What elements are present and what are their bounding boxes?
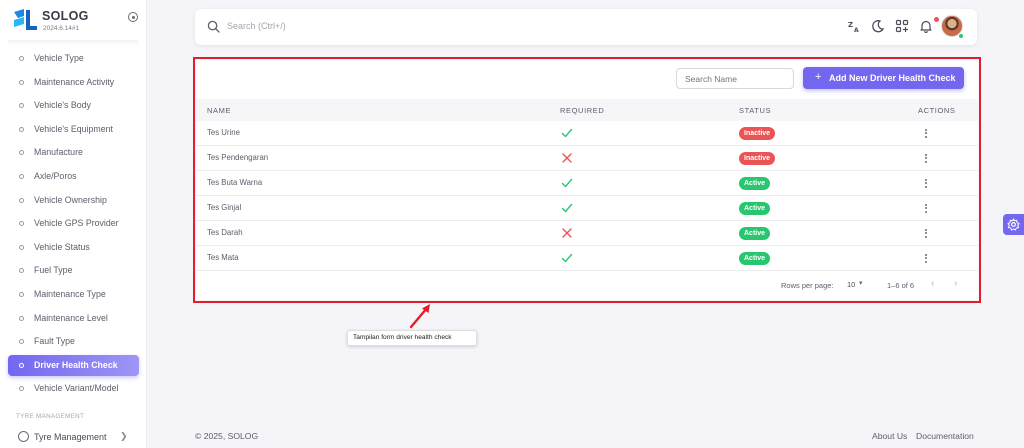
gear-icon <box>1007 218 1020 231</box>
translate-icon[interactable]: Z A <box>847 19 861 33</box>
svg-text:A: A <box>854 27 859 33</box>
annotation-callout: Tampilan form driver health check <box>347 330 477 346</box>
circle-icon <box>19 339 24 345</box>
sidebar-item-fuel-type[interactable]: Fuel Type <box>8 260 139 281</box>
sidebar-item-fault-type[interactable]: Fault Type <box>8 331 139 352</box>
circle-icon <box>19 174 24 179</box>
settings-customizer-button[interactable] <box>1003 214 1024 235</box>
sidebar-item-label: Vehicle's Equipment <box>34 123 113 134</box>
sidebar-item-label: Vehicle Status <box>34 241 90 252</box>
sidebar-item-label: Manufacture <box>34 147 83 158</box>
sidebar-item-label: Fault Type <box>34 336 75 347</box>
online-status-dot <box>958 33 964 39</box>
tyre-icon <box>18 431 29 442</box>
circle-icon <box>19 386 24 392</box>
notification-dot <box>934 17 939 22</box>
sidebar-item-manufacture[interactable]: Manufacture <box>8 142 139 163</box>
circle-icon <box>19 362 24 368</box>
circle-icon <box>19 56 24 61</box>
circle-icon <box>19 103 24 109</box>
sidebar-item-label: Driver Health Check <box>34 359 118 370</box>
sidebar-item-label: Vehicle GPS Provider <box>34 218 119 229</box>
annotation-arrow-icon <box>409 304 430 329</box>
moon-icon[interactable] <box>871 19 885 33</box>
sidebar-item-maintenance-type[interactable]: Maintenance Type <box>8 284 139 305</box>
sidebar-item-label: Vehicle Ownership <box>34 194 107 205</box>
apps-icon[interactable] <box>895 19 909 33</box>
sidebar-item-vehicle-variant-model[interactable]: Vehicle Variant/Model <box>8 378 139 399</box>
brand-name: SOLOG <box>42 9 89 23</box>
sidebar-item-driver-health-check[interactable]: Driver Health Check <box>8 354 139 376</box>
circle-icon <box>19 244 24 250</box>
circle-icon <box>19 126 24 132</box>
brand[interactable]: SOLOG 2024.6.14#1 <box>12 6 142 36</box>
sidebar-item-label: Vehicle Variant/Model <box>34 383 119 394</box>
sidebar-item-label: Vehicle's Body <box>34 100 91 111</box>
solog-logo-icon <box>14 9 37 30</box>
annotation-highlight-box <box>193 57 981 303</box>
sidebar-item-maintenance-activity[interactable]: Maintenance Activity <box>8 72 139 93</box>
brand-version: 2024.6.14#1 <box>43 25 80 32</box>
circle-icon <box>19 197 24 203</box>
brand-divider <box>8 40 138 46</box>
sidebar-item-vehicle-ownership[interactable]: Vehicle Ownership <box>8 190 139 211</box>
circle-icon <box>19 150 24 156</box>
sidebar-item-label: Axle/Poros <box>34 171 77 181</box>
footer-copyright: © 2025, SOLOG <box>195 431 259 441</box>
sidebar-item-label: Maintenance Type <box>34 289 106 299</box>
footer-link-about-us[interactable]: About Us <box>872 431 907 441</box>
footer-link-documentation[interactable]: Documentation <box>916 431 974 441</box>
global-search-input[interactable]: Search (Ctrl+/) <box>227 21 286 31</box>
sidebar-item-maintenance-level[interactable]: Maintenance Level <box>8 308 139 329</box>
sidebar: SOLOG 2024.6.14#1 Vehicle Type Maintenanc… <box>0 0 147 448</box>
sidebar-item-vehicle-s-body[interactable]: Vehicle's Body <box>8 95 139 116</box>
sidebar-item-vehicle-status[interactable]: Vehicle Status <box>8 237 139 258</box>
circle-icon <box>19 221 24 227</box>
sidebar-item-vehicle-type[interactable]: Vehicle Type <box>8 48 139 69</box>
sidebar-item-label: Maintenance Level <box>34 312 108 323</box>
top-navbar: Search (Ctrl+/) Z A <box>195 9 977 45</box>
svg-text:Z: Z <box>848 21 853 29</box>
sidebar-item-vehicle-gps-provider[interactable]: Vehicle GPS Provider <box>8 213 139 234</box>
sidebar-item-label: Fuel Type <box>34 265 73 276</box>
sidebar-section-label: TYRE MANAGEMENT <box>16 413 85 420</box>
sidebar-toggle-icon[interactable] <box>128 12 138 22</box>
sidebar-item-label: Maintenance Activity <box>34 76 115 87</box>
bell-icon[interactable] <box>919 19 933 33</box>
sidebar-item-axle-poros[interactable]: Axle/Poros <box>8 166 139 187</box>
circle-icon <box>19 79 24 85</box>
sidebar-item-label: Tyre Management <box>34 432 107 442</box>
chevron-right-icon: ❯ <box>120 431 128 441</box>
circle-icon <box>19 292 24 297</box>
sidebar-item-label: Vehicle Type <box>34 53 84 63</box>
search-icon[interactable] <box>207 20 220 33</box>
circle-icon <box>19 315 24 321</box>
sidebar-item-vehicle-s-equipment[interactable]: Vehicle's Equipment <box>8 119 139 140</box>
circle-icon <box>19 268 24 274</box>
sidebar-item-tyre-management[interactable]: Tyre Management ❯ <box>8 428 139 448</box>
